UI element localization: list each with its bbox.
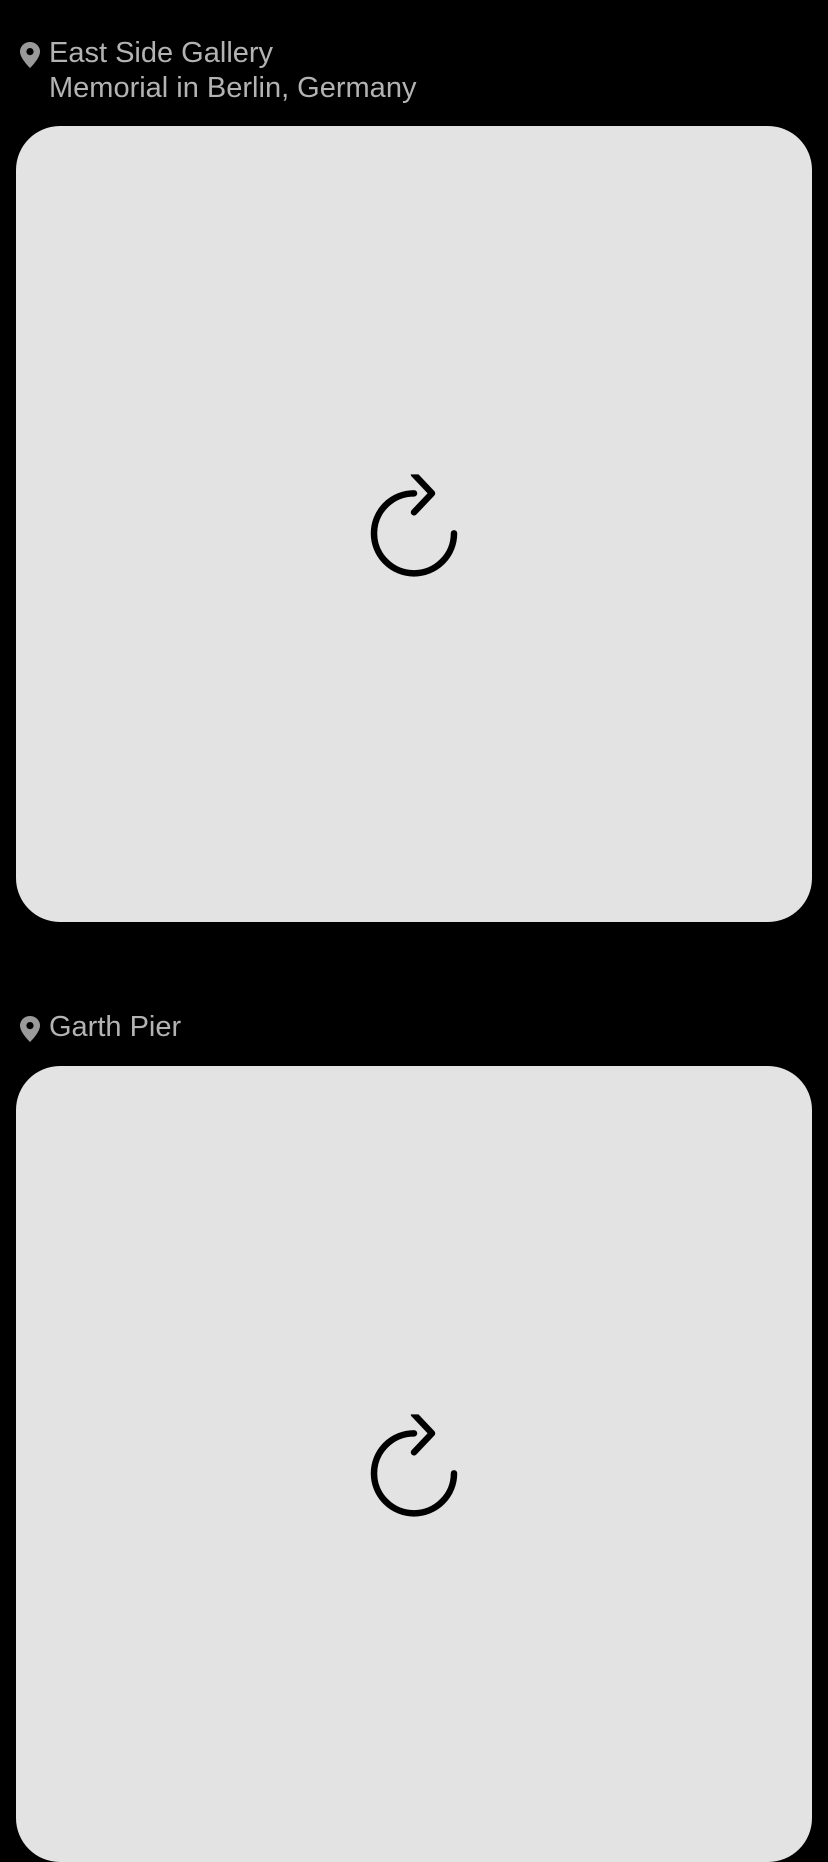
location-name[interactable]: Garth Pier xyxy=(49,1010,181,1045)
location-subtitle: Memorial in Berlin, Germany xyxy=(49,72,417,104)
photo-placeholder xyxy=(16,1066,812,1862)
photo-placeholder xyxy=(16,126,812,922)
location-text: East Side Gallery Memorial in Berlin, Ge… xyxy=(49,36,416,106)
location-header[interactable]: East Side Gallery Memorial in Berlin, Ge… xyxy=(20,36,808,106)
map-pin-icon xyxy=(20,1016,40,1042)
location-name[interactable]: East Side Gallery xyxy=(49,36,416,71)
location-header[interactable]: Garth Pier xyxy=(20,1010,808,1045)
reload-icon[interactable] xyxy=(370,1414,458,1522)
reload-icon[interactable] xyxy=(370,474,458,582)
map-pin-icon xyxy=(20,42,40,68)
location-text: Garth Pier xyxy=(49,1010,181,1045)
